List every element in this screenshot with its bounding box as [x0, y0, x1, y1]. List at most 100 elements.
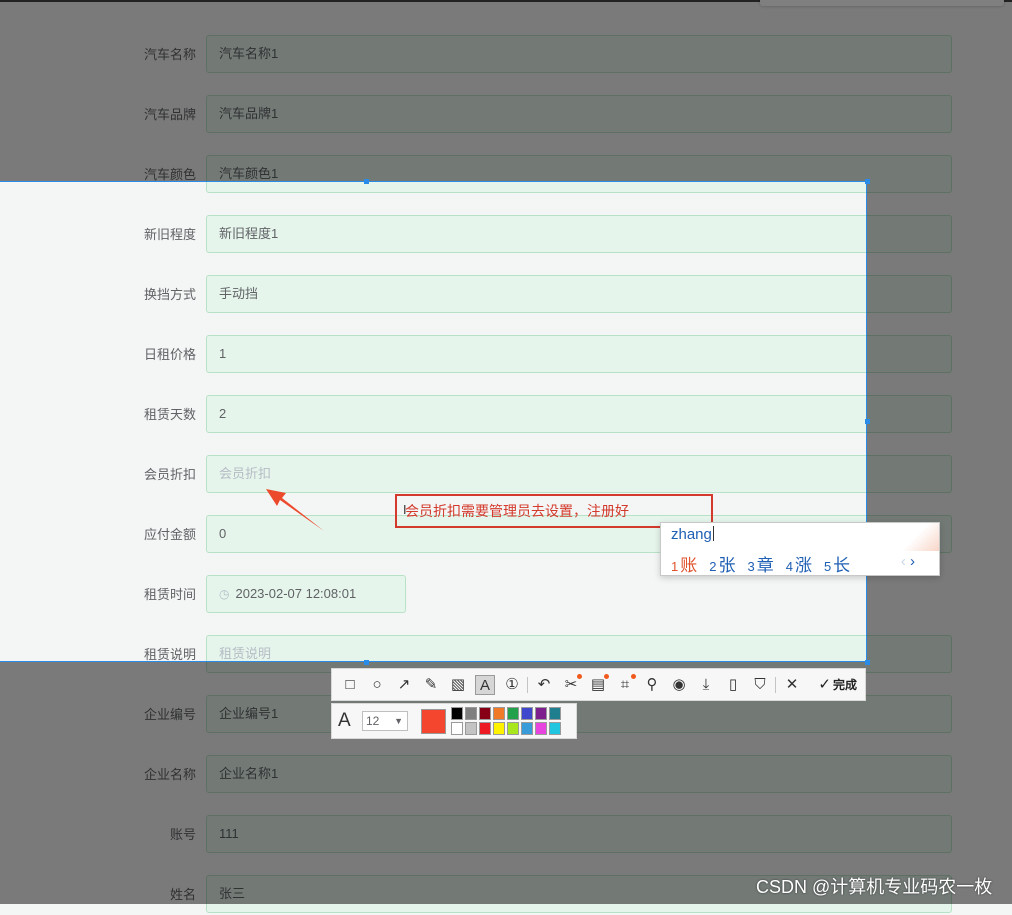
done-button[interactable]: ✓ 完成	[818, 675, 857, 695]
selection-handle[interactable]	[865, 179, 870, 184]
field-input[interactable]: 111	[206, 815, 952, 853]
ime-next-icon[interactable]: ›	[910, 553, 915, 570]
form-row: 日租价格 1	[0, 335, 1012, 375]
color-swatch[interactable]	[479, 707, 491, 720]
rectangle-tool-icon[interactable]: □	[340, 675, 360, 695]
ime-candidate[interactable]: 5长	[824, 556, 850, 575]
color-swatch[interactable]	[465, 707, 477, 720]
clock-icon: ◷	[219, 587, 230, 601]
color-swatch[interactable]	[507, 722, 519, 735]
annotation-text: 会员折扣需要管理员去设置，注册好	[405, 503, 629, 519]
color-swatch[interactable]	[451, 722, 463, 735]
ime-candidate[interactable]: 1账	[671, 556, 697, 575]
field-label: 汽车品牌	[143, 107, 196, 122]
pin-tool-icon[interactable]: ⚲	[642, 675, 662, 695]
font-size-select[interactable]: 12 ▼	[362, 711, 408, 731]
color-palette	[451, 707, 575, 735]
field-placeholder: 会员折扣	[219, 466, 272, 481]
cancel-tool-icon[interactable]: ✕	[782, 675, 802, 695]
color-swatch[interactable]	[549, 707, 561, 720]
watermark: CSDN @计算机专业码农一枚	[756, 877, 993, 897]
color-swatch[interactable]	[493, 722, 505, 735]
pen-tool-icon[interactable]: ✎	[421, 675, 441, 695]
form-row: 汽车名称 汽车名称1	[0, 35, 1012, 75]
field-value: 张三	[219, 886, 246, 901]
color-swatch[interactable]	[521, 722, 533, 735]
field-label: 汽车名称	[143, 47, 196, 62]
form-row: 汽车颜色 汽车颜色1	[0, 155, 1012, 195]
color-swatch[interactable]	[493, 707, 505, 720]
phone-tool-icon[interactable]: ▯	[723, 675, 743, 695]
ocr-tool-icon[interactable]: ▤	[588, 674, 609, 695]
translate-tool-icon[interactable]: ⌗	[615, 674, 636, 695]
field-input[interactable]: 汽车名称1	[206, 35, 952, 73]
current-color-swatch[interactable]	[421, 709, 446, 734]
new-badge	[604, 674, 609, 679]
field-value: 新旧程度1	[219, 226, 279, 241]
field-label: 汽车颜色	[143, 167, 196, 182]
field-label: 会员折扣	[143, 467, 196, 482]
ime-candidate[interactable]: 2张	[709, 556, 735, 575]
field-placeholder: 租赁说明	[219, 646, 272, 661]
selection-handle[interactable]	[865, 660, 870, 665]
scissors-tool-icon[interactable]: ✂	[561, 674, 582, 695]
check-icon: ✓	[818, 676, 831, 693]
mosaic-tool-icon[interactable]: ▧	[448, 675, 468, 695]
color-swatch[interactable]	[451, 707, 463, 720]
ime-candidate-number: 2	[709, 559, 717, 574]
ime-prev-icon[interactable]: ‹	[901, 553, 906, 570]
field-input[interactable]: 1	[206, 335, 952, 373]
bookmark-tool-icon[interactable]: ⛉	[750, 675, 770, 695]
font-size-value: 12	[366, 714, 380, 728]
text-tool-icon[interactable]: A	[475, 675, 495, 695]
font-icon: A	[338, 710, 351, 731]
new-badge	[631, 674, 636, 679]
ime-candidate-char: 账	[680, 556, 698, 575]
field-value: 汽车颜色1	[219, 166, 279, 181]
ime-candidate-number: 5	[823, 559, 832, 574]
ime-candidate-char: 长	[833, 556, 851, 575]
form-row: 汽车品牌 汽车品牌1	[0, 95, 1012, 135]
field-input[interactable]: 手动挡	[206, 275, 952, 313]
text-style-toolbar: A 12 ▼	[331, 703, 577, 739]
color-swatch[interactable]	[521, 707, 533, 720]
date-picker-input[interactable]: ◷ 2023-02-07 12:08:01	[206, 575, 406, 613]
color-swatch[interactable]	[479, 722, 491, 735]
undo-tool-icon[interactable]: ↶	[534, 675, 554, 695]
record-tool-icon[interactable]: ◉	[669, 675, 689, 695]
form-row: 租赁天数 2	[0, 395, 1012, 435]
field-label: 租赁时间	[143, 587, 196, 602]
download-tool-icon[interactable]: ⤓	[696, 675, 716, 695]
selection-handle[interactable]	[364, 660, 369, 665]
selection-handle[interactable]	[865, 419, 870, 424]
new-badge	[577, 674, 582, 679]
field-input[interactable]: 2	[206, 395, 952, 433]
color-swatch[interactable]	[535, 707, 547, 720]
color-swatch[interactable]	[535, 722, 547, 735]
arrow-tool-icon[interactable]: ↗	[394, 675, 414, 695]
field-label: 姓名	[169, 887, 196, 902]
field-label: 租赁天数	[143, 407, 196, 422]
ime-candidate[interactable]: 3章	[747, 556, 773, 575]
toolbar-separator	[527, 677, 528, 693]
ime-candidate[interactable]: 4涨	[786, 556, 812, 575]
ime-candidates: 1账 2张 3章 4涨 5长	[671, 551, 862, 576]
ime-candidate-char: 涨	[794, 556, 812, 575]
color-swatch[interactable]	[549, 722, 561, 735]
ime-candidate-char: 章	[756, 556, 774, 575]
field-value: 企业编号1	[219, 706, 279, 721]
field-input[interactable]: 企业名称1	[206, 755, 952, 793]
color-swatch[interactable]	[465, 722, 477, 735]
annotation-arrow[interactable]	[262, 485, 332, 535]
ellipse-tool-icon[interactable]: ○	[367, 675, 387, 695]
color-swatch[interactable]	[507, 707, 519, 720]
field-input[interactable]: 汽车品牌1	[206, 95, 952, 133]
screenshot-toolbar: ✓ 完成 □ ○ ↗ ✎ ▧ A ① ↶ ✂ ▤ ⌗ ⚲ ◉ ⤓ ▯ ⛉ ✕	[331, 668, 866, 701]
field-value: 汽车品牌1	[219, 106, 279, 121]
field-input[interactable]: 汽车颜色1	[206, 155, 952, 193]
field-label: 企业名称	[143, 767, 196, 782]
selection-handle[interactable]	[364, 179, 369, 184]
field-label: 新旧程度	[143, 227, 196, 242]
number-tool-icon[interactable]: ①	[502, 675, 522, 695]
field-input[interactable]: 新旧程度1	[206, 215, 952, 253]
